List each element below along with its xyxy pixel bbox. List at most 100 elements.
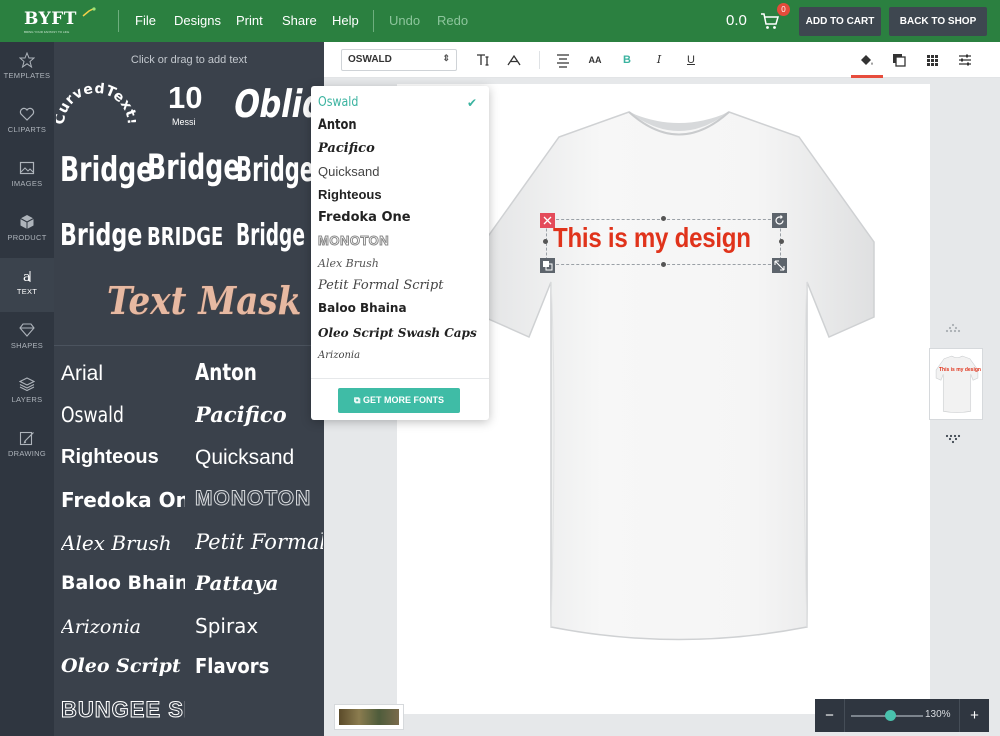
select-arrows-icon: ⇕ bbox=[442, 53, 450, 63]
font-item-petit-formal[interactable]: Petit Formal Script bbox=[195, 530, 323, 554]
font-option-oswald[interactable]: Oswald bbox=[318, 95, 358, 110]
font-item-arizonia[interactable]: Arizonia bbox=[61, 616, 183, 638]
font-item-monoton[interactable]: MONOTON bbox=[195, 487, 323, 511]
preset-jersey-name[interactable]: Messi bbox=[172, 117, 196, 127]
resize-handle-bottom[interactable] bbox=[661, 262, 666, 267]
text-panel: Click or drag to add text CurvedText! 10… bbox=[54, 42, 324, 736]
font-option-quicksand[interactable]: Quicksand bbox=[318, 164, 379, 179]
preset-curved-text[interactable]: CurvedText! bbox=[56, 77, 136, 129]
font-option-righteous[interactable]: Righteous bbox=[318, 187, 382, 202]
preset-bridge-1[interactable]: Bridge bbox=[60, 150, 153, 190]
undo-button[interactable]: Undo bbox=[389, 13, 420, 28]
add-to-cart-button[interactable]: ADD TO CART bbox=[799, 7, 881, 36]
align-center-icon[interactable] bbox=[554, 51, 572, 69]
font-item-flavors[interactable]: Flavors bbox=[195, 654, 310, 678]
resize-handle-left[interactable] bbox=[543, 239, 548, 244]
divider bbox=[373, 10, 374, 32]
text-curve-icon[interactable] bbox=[505, 51, 523, 69]
underline-button[interactable]: U bbox=[682, 51, 700, 69]
font-option-fredoka-one[interactable]: Fredoka One bbox=[318, 210, 411, 225]
resize-handle-top[interactable] bbox=[661, 216, 666, 221]
settings-sliders-icon[interactable] bbox=[956, 51, 974, 69]
font-item-fredoka-one[interactable]: Fredoka One bbox=[61, 488, 185, 512]
font-option-petit-formal[interactable]: Petit Formal Script bbox=[318, 278, 443, 293]
font-option-alex-brush[interactable]: Alex Brush bbox=[318, 257, 379, 270]
italic-button[interactable]: I bbox=[650, 51, 668, 69]
preset-bridge-3[interactable]: Bridge bbox=[236, 150, 314, 190]
font-item-quicksand[interactable]: Quicksand bbox=[195, 446, 323, 470]
sidebar-item-cliparts[interactable]: CLIPARTS bbox=[0, 96, 54, 150]
redo-button[interactable]: Redo bbox=[437, 13, 468, 28]
font-family-select[interactable]: OSWALD ⇕ bbox=[341, 49, 457, 71]
sidebar-item-label: LAYERS bbox=[11, 395, 43, 404]
font-item-pattaya[interactable]: Pattaya bbox=[195, 571, 323, 595]
font-item-oleo-script[interactable]: Oleo Script Swash Caps bbox=[61, 655, 185, 677]
font-item-bungee-shade[interactable]: BUNGEE SHADE bbox=[61, 697, 185, 723]
font-item-righteous[interactable]: Righteous bbox=[61, 446, 183, 469]
zoom-slider-handle[interactable] bbox=[885, 710, 897, 721]
font-option-baloo-bhaina[interactable]: Baloo Bhaina bbox=[318, 301, 407, 315]
product-color-swatch[interactable] bbox=[334, 704, 404, 730]
cart-total: 0.0 bbox=[726, 12, 747, 29]
layer-icon[interactable] bbox=[540, 258, 555, 273]
sidebar-item-images[interactable]: IMAGES bbox=[0, 150, 54, 204]
text-size-icon[interactable] bbox=[474, 51, 492, 69]
preset-bridge-2[interactable]: Bridge bbox=[147, 148, 240, 188]
get-more-fonts-button[interactable]: ⧉ GET MORE FONTS bbox=[338, 388, 460, 413]
sidebar-item-drawing[interactable]: DRAWING bbox=[0, 420, 54, 474]
menu-print[interactable]: Print bbox=[236, 13, 263, 28]
sidebar-item-shapes[interactable]: SHAPES bbox=[0, 312, 54, 366]
delete-icon[interactable] bbox=[540, 213, 555, 228]
preset-bridge-4[interactable]: Bridge bbox=[60, 218, 142, 253]
rotate-icon[interactable] bbox=[772, 213, 787, 228]
design-text-element[interactable]: This is my design bbox=[553, 222, 751, 254]
font-item-anton[interactable]: Anton bbox=[195, 360, 297, 386]
resize-icon[interactable] bbox=[772, 258, 787, 273]
menu-share[interactable]: Share bbox=[282, 13, 317, 28]
front-view-thumbnail[interactable]: This is my design bbox=[929, 348, 983, 420]
sidebar-item-templates[interactable]: TEMPLATES bbox=[0, 42, 54, 96]
zoom-in-button[interactable]: + bbox=[959, 699, 989, 732]
font-option-monoton[interactable]: MONOTON bbox=[317, 233, 389, 249]
preset-oblique[interactable]: Oblique bbox=[230, 82, 324, 126]
preset-text-mask[interactable]: Text Mask bbox=[107, 278, 301, 323]
cart-icon[interactable] bbox=[760, 11, 780, 31]
zoom-out-button[interactable]: − bbox=[815, 699, 845, 732]
swatch-color bbox=[339, 709, 399, 725]
sidebar-item-label: SHAPES bbox=[10, 341, 44, 350]
stroke-icon[interactable] bbox=[890, 51, 908, 69]
font-option-oleo-script[interactable]: Oleo Script Swash Caps bbox=[318, 326, 477, 340]
font-option-arizonia[interactable]: Arizonia bbox=[318, 350, 360, 361]
font-item-arial[interactable]: Arial bbox=[61, 362, 183, 386]
menu-file[interactable]: File bbox=[135, 13, 156, 28]
sidebar-item-layers[interactable]: LAYERS bbox=[0, 366, 54, 420]
menu-designs[interactable]: Designs bbox=[174, 13, 221, 28]
font-item-baloo-bhaina[interactable]: Baloo Bhaina bbox=[61, 572, 185, 594]
font-item-spirax[interactable]: Spirax bbox=[195, 614, 323, 638]
menu-help[interactable]: Help bbox=[332, 13, 359, 28]
preset-jersey-number[interactable]: 10 bbox=[168, 80, 202, 116]
pattern-icon[interactable] bbox=[923, 51, 941, 69]
font-option-anton[interactable]: Anton bbox=[318, 117, 357, 133]
svg-text:CurvedText!: CurvedText! bbox=[56, 81, 136, 126]
scroll-down-icon[interactable] bbox=[941, 434, 965, 444]
logo[interactable]: BYFT bbox=[24, 9, 77, 29]
layers-icon bbox=[19, 377, 35, 392]
divider bbox=[539, 51, 540, 69]
resize-handle-right[interactable] bbox=[779, 239, 784, 244]
font-item-oswald[interactable]: Oswald bbox=[61, 403, 161, 427]
text-icon: a bbox=[23, 270, 31, 284]
preset-bridge-5[interactable]: BRIDGE bbox=[147, 222, 223, 251]
font-dropdown: Oswald ✔ Anton Pacifico Quicksand Righte… bbox=[311, 86, 489, 420]
font-item-alex-brush[interactable]: Alex Brush bbox=[61, 531, 183, 555]
sidebar-item-text[interactable]: a TEXT bbox=[0, 258, 54, 312]
font-option-pacifico[interactable]: Pacifico bbox=[318, 141, 375, 156]
bold-button[interactable]: B bbox=[618, 51, 636, 69]
sidebar-item-product[interactable]: PRODUCT bbox=[0, 204, 54, 258]
fill-color-icon[interactable] bbox=[857, 51, 875, 69]
scroll-up-icon[interactable] bbox=[941, 323, 965, 333]
back-to-shop-button[interactable]: BACK TO SHOP bbox=[889, 7, 987, 36]
font-item-pacifico[interactable]: Pacifico bbox=[195, 402, 323, 427]
font-case-button[interactable]: AA bbox=[586, 51, 604, 69]
preset-bridge-6[interactable]: Bridge bbox=[236, 218, 305, 253]
